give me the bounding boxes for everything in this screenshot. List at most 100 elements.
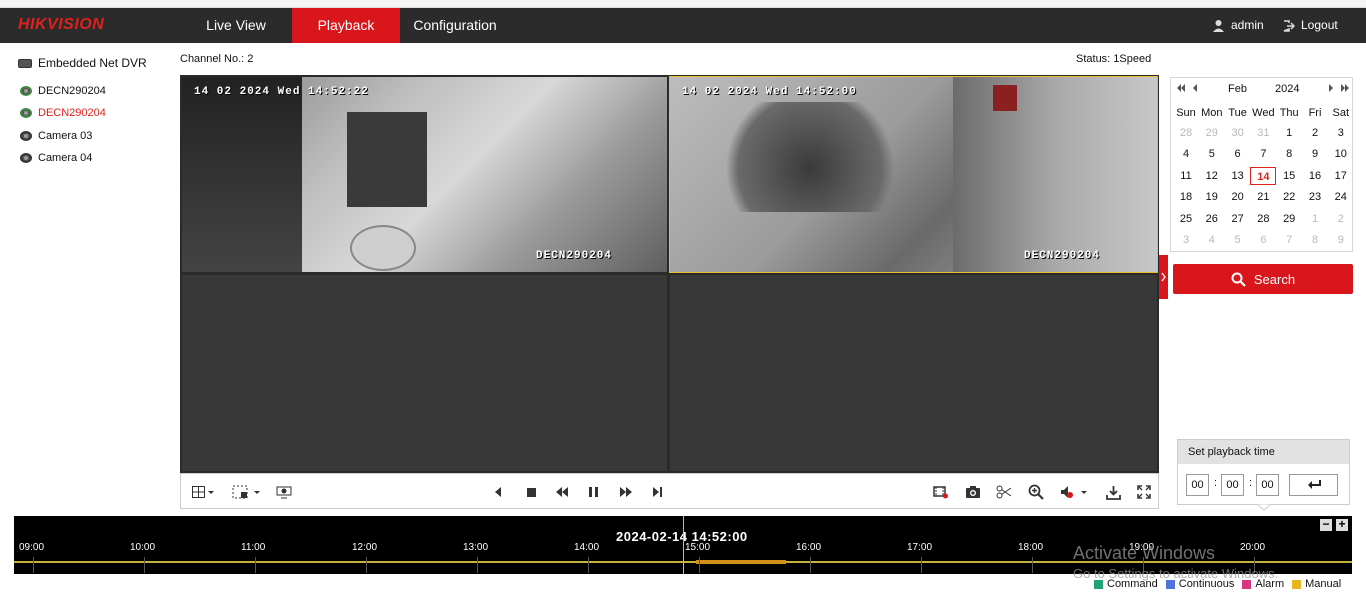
clip-record-button[interactable] [932,483,950,501]
calendar-day[interactable]: 13 [1225,167,1251,185]
calendar-day[interactable]: 18 [1173,188,1199,206]
calendar-day[interactable]: 19 [1199,188,1225,206]
calendar-day[interactable]: 29 [1276,210,1302,228]
calendar-day[interactable]: 9 [1302,145,1328,163]
speed-up-button[interactable] [617,483,635,501]
window-split-button[interactable] [231,483,261,501]
logout-button[interactable]: Logout [1283,8,1338,43]
hour-input[interactable]: 00 [1186,474,1209,496]
prev-frame-button[interactable] [489,483,507,501]
zoom-out-timeline-button[interactable]: − [1320,518,1332,531]
calendar-day[interactable]: 5 [1225,231,1251,249]
time-separator: : [1214,477,1218,489]
calendar-day[interactable]: 4 [1173,145,1199,163]
calendar-day[interactable]: 28 [1173,124,1199,142]
calendar-day[interactable]: 6 [1250,231,1276,249]
timeline-hour-label: 10:00 [130,542,156,553]
prev-month-button[interactable] [1191,83,1199,96]
calendar-day[interactable]: 20 [1225,188,1251,206]
tab-configuration[interactable]: Configuration [400,8,510,43]
calendar-day[interactable]: 1 [1276,124,1302,142]
timeline-tick [921,557,922,573]
timeline-cursor[interactable] [683,516,684,574]
video-window-4[interactable] [669,274,1158,472]
calendar-day[interactable]: 23 [1302,188,1328,206]
timeline-hour-label: 17:00 [907,542,933,553]
pause-button[interactable] [584,483,602,501]
calendar-day[interactable]: 31 [1250,124,1276,142]
snapshot-button[interactable] [964,483,982,501]
slow-down-button[interactable] [553,483,571,501]
calendar-day[interactable]: 8 [1302,231,1328,249]
timeline-tick [1032,557,1033,573]
next-month-button[interactable] [1327,83,1335,96]
timeline-hour-label: 11:00 [241,542,266,553]
stop-icon [526,487,536,497]
audio-button[interactable] [1059,483,1089,501]
calendar-day[interactable]: 7 [1250,145,1276,163]
calendar-day[interactable]: 2 [1328,210,1354,228]
calendar-day[interactable]: 21 [1250,188,1276,206]
calendar-day[interactable]: 6 [1225,145,1251,163]
calendar-day[interactable]: 17 [1328,167,1354,185]
video-window-1[interactable]: 14 02 2024 Wed 14:52:22 DECN290204 [181,76,668,273]
calendar-day[interactable]: 11 [1173,167,1199,185]
panel-collapse-handle[interactable] [1159,255,1168,299]
video-window-3[interactable] [181,274,668,472]
fullscreen-icon [1137,485,1151,499]
calendar-day[interactable]: 25 [1173,210,1199,228]
fisheye-button[interactable] [275,483,293,501]
calendar-day[interactable]: 30 [1225,124,1251,142]
tab-live-view[interactable]: Live View [180,8,292,43]
tree-item-camera-3[interactable]: Camera 03 [20,130,92,142]
zoom-in-timeline-button[interactable]: + [1336,518,1348,531]
video-grid: 14 02 2024 Wed 14:52:22 DECN290204 14 02… [180,75,1159,473]
fullscreen-button[interactable] [1135,483,1153,501]
user-menu[interactable]: admin [1212,8,1264,43]
calendar-month[interactable]: Feb [1228,83,1247,95]
calendar-day[interactable]: 9 [1328,231,1354,249]
digital-zoom-button[interactable] [1027,483,1045,501]
record-icon [933,486,948,499]
calendar-day[interactable]: 14 [1250,166,1277,185]
video-window-2[interactable]: 14 02 2024 Wed 14:52:00 DECN290204 [669,76,1158,273]
tab-playback[interactable]: Playback [292,8,400,43]
download-button[interactable] [1104,483,1122,501]
calendar-day[interactable]: 28 [1250,210,1276,228]
minute-input[interactable]: 00 [1221,474,1244,496]
video-scene-object [347,112,427,207]
window-layout-button[interactable] [189,483,217,501]
tree-item-camera-4[interactable]: Camera 04 [20,152,92,164]
calendar-day[interactable]: 3 [1173,231,1199,249]
next-frame-button[interactable] [648,483,666,501]
calendar-day[interactable]: 29 [1199,124,1225,142]
calendar-day[interactable]: 7 [1276,231,1302,249]
calendar-day[interactable]: 1 [1302,210,1328,228]
prev-year-button[interactable] [1176,83,1186,96]
tree-item-camera-2[interactable]: DECN290204 [20,107,106,119]
calendar-day[interactable]: 10 [1328,145,1354,163]
calendar-day[interactable]: 24 [1328,188,1354,206]
calendar-day[interactable]: 3 [1328,124,1354,142]
second-input[interactable]: 00 [1256,474,1279,496]
search-button[interactable]: Search [1173,264,1353,294]
calendar-day[interactable]: 5 [1199,145,1225,163]
calendar-day[interactable]: 15 [1276,167,1302,185]
channel-number: Channel No.: 2 [180,53,254,65]
calendar-day[interactable]: 4 [1199,231,1225,249]
calendar-day[interactable]: 2 [1302,124,1328,142]
calendar-year[interactable]: 2024 [1275,83,1299,95]
calendar-day[interactable]: 26 [1199,210,1225,228]
calendar-day[interactable]: 27 [1225,210,1251,228]
clip-button[interactable] [995,483,1013,501]
next-year-button[interactable] [1340,83,1350,96]
tree-root-label: Embedded Net DVR [38,56,147,70]
tree-item-camera-1[interactable]: DECN290204 [20,85,106,97]
calendar-day[interactable]: 8 [1276,145,1302,163]
apply-time-button[interactable] [1289,474,1338,496]
stop-button[interactable] [522,483,540,501]
calendar-day[interactable]: 22 [1276,188,1302,206]
calendar-day[interactable]: 12 [1199,167,1225,185]
tree-root[interactable]: Embedded Net DVR [18,56,147,70]
calendar-day[interactable]: 16 [1302,167,1328,185]
